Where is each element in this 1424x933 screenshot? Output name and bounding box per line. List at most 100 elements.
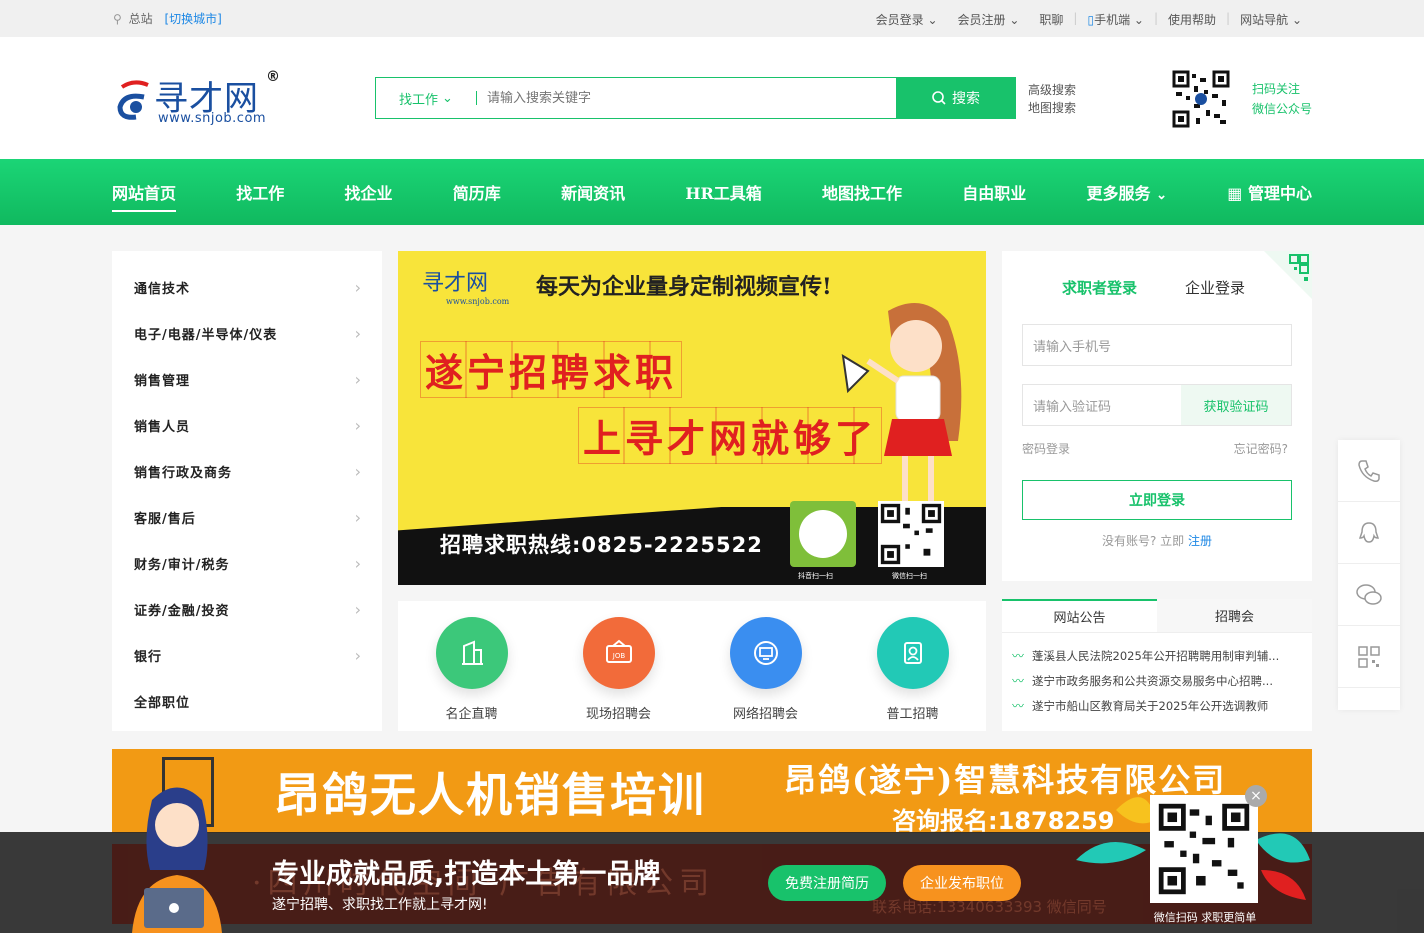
chat-link[interactable]: 职聊 <box>1029 11 1073 28</box>
nav-more-services[interactable]: 更多服务 ⌄ <box>1087 180 1168 204</box>
password-login-link[interactable]: 密码登录 <box>1022 440 1070 457</box>
forgot-password-link[interactable]: 忘记密码? <box>1234 440 1288 457</box>
wechat-icon[interactable] <box>1338 564 1400 626</box>
promo-qr-caption: 微信扫码 求职更简单 <box>1153 911 1257 924</box>
phone-call-icon[interactable] <box>1338 440 1400 502</box>
tab-company-login[interactable]: 企业登录 <box>1185 277 1245 298</box>
category-item[interactable]: 通信技术 › <box>112 264 382 310</box>
top-links: 会员登录 ⌄ 会员注册 ⌄ 职聊 | ▯手机端 ⌄ | 使用帮助 | 网站导航 … <box>866 11 1312 28</box>
category-item[interactable]: 销售人员 › <box>112 402 382 448</box>
login-submit-button[interactable]: 立即登录 <box>1022 480 1292 520</box>
site-nav-link[interactable]: 网站导航 ⌄ <box>1230 11 1312 28</box>
notice-panel: 网站公告 招聘会 〰蓬溪县人民法院2025年公开招聘聘用制审判辅... 〰遂宁市… <box>1002 599 1312 731</box>
tab-site-notices[interactable]: 网站公告 <box>1002 599 1157 632</box>
nav-news[interactable]: 新闻资讯 <box>561 180 625 204</box>
qq-icon[interactable] <box>1338 502 1400 564</box>
service-famous-companies[interactable]: 名企直聘 <box>412 617 532 731</box>
search-type-label: 找工作 <box>399 92 439 108</box>
nav-find-job[interactable]: 找工作 <box>236 180 284 204</box>
notice-item[interactable]: 〰遂宁市政务服务和公共资源交易服务中心招聘... <box>1012 668 1298 693</box>
qr-code-icon[interactable] <box>1338 626 1400 688</box>
category-item[interactable]: 银行 › <box>112 632 382 678</box>
category-label: 销售管理 <box>134 373 191 389</box>
member-register-link[interactable]: 会员注册 ⌄ <box>948 11 1030 28</box>
member-login-link[interactable]: 会员登录 ⌄ <box>866 11 948 28</box>
logo-registered-mark: ® <box>266 69 280 85</box>
promo-subtitle: 遂宁招聘、求职找工作就上寻才网! <box>272 897 488 913</box>
wechat-qr-code-icon <box>878 501 944 567</box>
category-label: 银行 <box>134 649 163 665</box>
search-links: 高级搜索 地图搜索 <box>1028 81 1076 117</box>
category-menu: 通信技术 › 电子/电器/半导体/仪表 › 销售管理 › 销售人员 › 销售行政及商务 ›… <box>112 251 382 731</box>
site-logo[interactable]: 寻才网 ® www.snjob.com <box>114 69 284 129</box>
chevron-right-icon: › <box>354 645 362 665</box>
chevron-down-icon: ⌄ <box>1291 13 1302 27</box>
code-input-placeholder: 请输入验证码 <box>1033 399 1112 415</box>
qr-login-corner-icon[interactable] <box>1264 251 1312 299</box>
search-input[interactable] <box>477 78 896 118</box>
douyin-qr-code-icon <box>790 501 856 567</box>
member-register-label: 会员注册 <box>957 13 1006 27</box>
header: 寻才网 ® www.snjob.com 找工作 ⌄ 搜索 高级搜索 地图搜索 扫… <box>0 37 1424 159</box>
service-general-workers[interactable]: 普工招聘 <box>853 617 973 731</box>
chevron-down-icon: ⌄ <box>1156 188 1168 203</box>
search-type-dropdown[interactable]: 找工作 ⌄ <box>376 78 476 118</box>
building-icon <box>435 617 508 689</box>
all-jobs-link[interactable]: 全部职位 <box>112 678 382 724</box>
map-search-link[interactable]: 地图搜索 <box>1028 99 1076 117</box>
service-label: 网络招聘会 <box>732 707 798 722</box>
service-label: 现场招聘会 <box>585 707 651 722</box>
chevron-right-icon: › <box>354 277 362 297</box>
promo-title: 专业成就品质,打造本土第一品牌 <box>272 859 661 890</box>
category-item[interactable]: 销售管理 › <box>112 356 382 402</box>
category-item[interactable]: 财务/审计/税务 › <box>112 540 382 586</box>
free-register-resume-button[interactable]: 免费注册简历 <box>768 865 886 901</box>
category-item[interactable]: 电子/电器/半导体/仪表 › <box>112 310 382 356</box>
service-online-fair[interactable]: 网络招聘会 <box>706 617 826 731</box>
switch-city-link[interactable]: [切换城市] <box>164 12 221 26</box>
banner-logo: 寻才网 www.snjob.com <box>422 265 509 306</box>
category-item[interactable]: 客服/售后 › <box>112 494 382 540</box>
category-label: 通信技术 <box>134 281 191 297</box>
banner-slogan: 每天为企业量身定制视频宣传! <box>536 274 832 300</box>
code-input[interactable]: 请输入验证码 获取验证码 <box>1022 384 1292 426</box>
main-nav: 网站首页 找工作 找企业 简历库 新闻资讯 HR工具箱 地图找工作 自由职业 更… <box>0 159 1424 225</box>
main-banner[interactable]: 寻才网 www.snjob.com 每天为企业量身定制视频宣传! 遂宁招聘求职 上… <box>398 251 986 585</box>
get-code-button[interactable]: 获取验证码 <box>1181 385 1291 425</box>
pulse-icon: 〰 <box>1012 674 1025 688</box>
login-panel: 求职者登录 企业登录 请输入手机号 请输入验证码 获取验证码 密码登录 忘记密码… <box>1002 251 1312 581</box>
chevron-right-icon: › <box>354 369 362 389</box>
advanced-search-link[interactable]: 高级搜索 <box>1028 81 1076 99</box>
login-options: 密码登录 忘记密码? <box>1022 440 1288 457</box>
nav-home[interactable]: 网站首页 <box>112 180 177 212</box>
mascot-girl-illustration <box>841 303 962 501</box>
mobile-link[interactable]: ▯手机端 ⌄ <box>1077 11 1154 28</box>
nav-resume-library[interactable]: 简历库 <box>453 180 501 204</box>
logo-url: www.snjob.com <box>158 111 267 126</box>
phone-input[interactable]: 请输入手机号 <box>1022 324 1292 366</box>
notice-item[interactable]: 〰遂宁市船山区教育局关于2025年公开选调教师 <box>1012 693 1298 718</box>
help-link[interactable]: 使用帮助 <box>1158 11 1226 28</box>
service-label: 普工招聘 <box>886 707 939 722</box>
floating-toolbar <box>1338 440 1400 710</box>
close-icon[interactable]: × <box>1245 785 1267 807</box>
grid-icon: ▦ <box>1227 184 1243 203</box>
chevron-right-icon: › <box>354 553 362 573</box>
category-item[interactable]: 证券/金融/投资 › <box>112 586 382 632</box>
service-onsite-fair[interactable]: JOB 现场招聘会 <box>559 617 679 731</box>
company-post-job-button[interactable]: 企业发布职位 <box>903 865 1021 901</box>
nav-hr-toolbox[interactable]: HR工具箱 <box>685 180 761 204</box>
nav-management-center[interactable]: ▦ 管理中心 <box>1227 180 1312 204</box>
notice-item[interactable]: 〰蓬溪县人民法院2025年公开招聘聘用制审判辅... <box>1012 643 1298 668</box>
register-link[interactable]: 注册 <box>1188 534 1212 548</box>
monitor-icon <box>729 617 802 689</box>
chevron-down-icon: ⌄ <box>1133 13 1144 27</box>
tab-seeker-login[interactable]: 求职者登录 <box>1062 277 1137 298</box>
nav-find-company[interactable]: 找企业 <box>345 180 393 204</box>
chevron-down-icon: ⌄ <box>927 13 938 27</box>
category-item[interactable]: 销售行政及商务 › <box>112 448 382 494</box>
nav-freelance[interactable]: 自由职业 <box>962 180 1026 204</box>
search-button[interactable]: 搜索 <box>896 77 1016 119</box>
tab-job-fairs[interactable]: 招聘会 <box>1157 599 1312 632</box>
nav-map-jobs[interactable]: 地图找工作 <box>822 180 902 204</box>
